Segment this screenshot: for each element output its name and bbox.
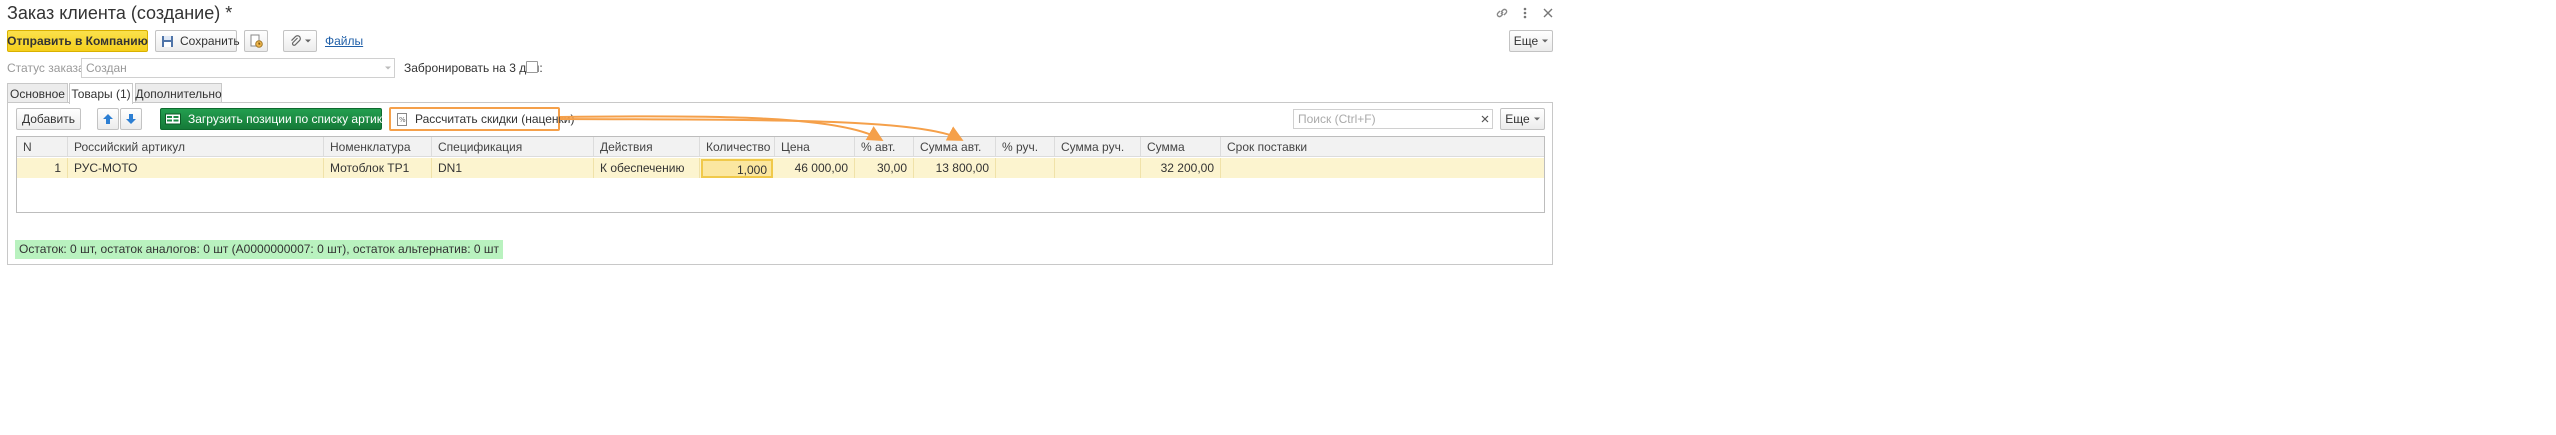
cell-article[interactable]: РУС-МОТО: [68, 158, 324, 178]
arrow-to-auto-sum: [559, 118, 964, 141]
annotation-arrows: [559, 115, 964, 141]
cell-action[interactable]: К обеспечению: [594, 158, 700, 178]
cell-qty[interactable]: 1,000: [701, 159, 773, 178]
cell-manual-pct[interactable]: [996, 158, 1055, 178]
cell-sum[interactable]: 32 200,00: [1141, 158, 1221, 178]
cell-price[interactable]: 46 000,00: [775, 158, 855, 178]
stock-status-bar: Остаток: 0 шт, остаток аналогов: 0 шт (А…: [15, 240, 504, 259]
cell-auto-sum[interactable]: 13 800,00: [914, 158, 996, 178]
cell-nomenclature[interactable]: Мотоблок TP1: [324, 158, 432, 178]
cell-manual-sum[interactable]: [1055, 158, 1141, 178]
cell-spec[interactable]: DN1: [432, 158, 594, 178]
cell-auto-pct[interactable]: 30,00: [855, 158, 914, 178]
cell-n[interactable]: 1: [17, 158, 68, 178]
cell-delivery[interactable]: [1221, 158, 1544, 178]
tab-goods[interactable]: Товары (1): [69, 83, 133, 104]
